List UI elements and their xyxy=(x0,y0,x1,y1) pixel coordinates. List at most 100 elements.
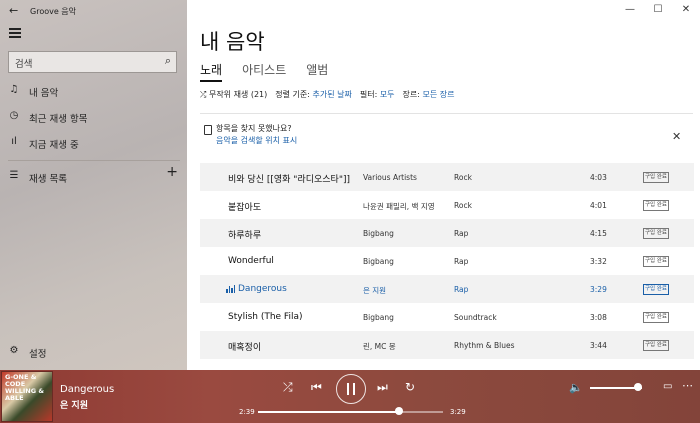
now-playing-icon xyxy=(226,285,235,293)
back-arrow-icon[interactable]: ← xyxy=(9,4,18,17)
elapsed-time: 2:39 xyxy=(239,408,255,416)
song-genre: Rap xyxy=(454,257,469,266)
sidebar-item-my-music[interactable]: ♫ 내 음악 xyxy=(0,80,187,104)
sidebar: ← Groove 음악 검색 ⌕ ♫ 내 음악 ◷ 최근 재생 항목 ıl 지금… xyxy=(0,0,187,370)
song-genre: Rock xyxy=(454,173,472,182)
song-title: Wonderful xyxy=(228,256,274,266)
app-title: Groove 음악 xyxy=(30,7,77,16)
volume-thumb[interactable] xyxy=(633,383,642,391)
minimize-icon[interactable]: — xyxy=(616,0,644,20)
album-art[interactable]: G-ONE & CODE WILLING & ABLE xyxy=(1,371,53,422)
music-note-icon: ♫ xyxy=(9,84,19,95)
song-title: 붙잡아도 xyxy=(228,203,262,213)
song-duration: 3:29 xyxy=(590,285,607,294)
now-playing-artist[interactable]: 은 지원 xyxy=(60,398,88,411)
sidebar-item-label: 설정 xyxy=(29,349,47,360)
song-genre: Rap xyxy=(454,229,469,238)
song-artist[interactable]: 나윤권 패밀리, 백 지영 xyxy=(363,201,435,212)
pause-button[interactable] xyxy=(336,374,366,404)
song-title: Stylish (The Fila) xyxy=(228,312,303,322)
genre-control[interactable]: 장르: 모든 장르 xyxy=(403,89,455,100)
song-duration: 3:32 xyxy=(590,257,607,266)
sidebar-item-playlists[interactable]: ☰ 재생 목록 + xyxy=(0,164,187,190)
shuffle-icon[interactable]: ⤮ xyxy=(283,380,293,395)
next-icon[interactable]: ⏭ xyxy=(377,380,388,395)
seek-bar[interactable] xyxy=(258,407,443,415)
song-artist[interactable]: Bigbang xyxy=(363,229,394,238)
close-icon[interactable]: ✕ xyxy=(672,0,700,20)
seek-bar-fill xyxy=(258,411,399,413)
song-artist[interactable]: 린, MC 몽 xyxy=(363,341,396,352)
song-title: 매혹정이 xyxy=(228,343,262,353)
sidebar-item-settings[interactable]: ⚙ 설정 xyxy=(0,341,187,365)
song-title: 하루하루 xyxy=(228,231,262,241)
sidebar-item-label: 지금 재생 중 xyxy=(29,140,79,151)
gear-icon: ⚙ xyxy=(9,345,19,356)
song-list: 비와 당신 [[영화 "라디오스타"]] Various Artists Roc… xyxy=(200,163,694,359)
sidebar-item-label: 내 음악 xyxy=(29,88,59,99)
close-icon[interactable]: ✕ xyxy=(672,130,681,143)
song-title: 비와 당신 [[영화 "라디오스타"]] xyxy=(228,175,350,185)
table-row[interactable]: 비와 당신 [[영화 "라디오스타"]] Various Artists Roc… xyxy=(200,163,694,191)
clock-icon: ◷ xyxy=(9,110,19,121)
song-duration: 4:03 xyxy=(590,173,607,182)
filter-value[interactable]: 모두 xyxy=(380,90,395,99)
tab-songs[interactable]: 노래 xyxy=(200,61,223,82)
purchased-badge: 구입 완료 xyxy=(643,340,669,351)
filter-label: 필터: xyxy=(359,90,378,99)
table-row[interactable]: 붙잡아도 나윤권 패밀리, 백 지영 Rock 4:01 구입 완료 xyxy=(200,191,694,219)
table-row[interactable]: Wonderful Bigbang Rap 3:32 구입 완료 xyxy=(200,247,694,275)
shuffle-button[interactable]: ⤮ 무작위 재생 (21) xyxy=(200,89,267,100)
song-artist[interactable]: Bigbang xyxy=(363,313,394,322)
device-icon xyxy=(204,125,212,135)
volume-icon[interactable]: 🔈 xyxy=(569,381,583,394)
purchased-badge: 구입 완료 xyxy=(643,172,669,183)
search-input[interactable]: 검색 ⌕ xyxy=(8,51,177,73)
now-playing-title[interactable]: Dangerous xyxy=(60,384,114,395)
table-row[interactable]: Stylish (The Fila) Bigbang Soundtrack 3:… xyxy=(200,303,694,331)
song-artist[interactable]: Various Artists xyxy=(363,173,417,182)
sidebar-item-recent[interactable]: ◷ 최근 재생 항목 xyxy=(0,106,187,130)
song-duration: 4:01 xyxy=(590,201,607,210)
search-icon[interactable]: ⌕ xyxy=(165,54,171,68)
tab-bar: 노래 아티스트 앨범 xyxy=(200,61,328,82)
song-duration: 3:08 xyxy=(590,313,607,322)
search-placeholder: 검색 xyxy=(15,59,33,70)
song-duration: 4:15 xyxy=(590,229,607,238)
previous-icon[interactable]: ⏮ xyxy=(311,380,322,395)
shuffle-label: 무작위 재생 (21) xyxy=(208,90,268,99)
sidebar-item-now-playing[interactable]: ıl 지금 재생 중 xyxy=(0,132,187,156)
main-content: — ☐ ✕ 내 음악 노래 아티스트 앨범 ⤮ 무작위 재생 (21) 정렬 기… xyxy=(187,0,700,370)
purchased-badge: 구입 완료 xyxy=(643,284,669,295)
seek-bar-thumb[interactable] xyxy=(394,407,403,415)
genre-value[interactable]: 모든 장르 xyxy=(423,90,455,99)
tab-artists[interactable]: 아티스트 xyxy=(242,61,286,82)
hamburger-menu-icon[interactable] xyxy=(9,28,21,38)
song-title: Dangerous xyxy=(238,284,287,294)
table-row[interactable]: 하루하루 Bigbang Rap 4:15 구입 완료 xyxy=(200,219,694,247)
table-row-now-playing[interactable]: Dangerous 은 지원 Rap 3:29 구입 완료 xyxy=(200,275,694,303)
window-controls: — ☐ ✕ xyxy=(616,0,700,20)
genre-label: 장르: xyxy=(402,90,420,99)
filter-control[interactable]: 필터: 모두 xyxy=(360,89,395,100)
song-artist[interactable]: Bigbang xyxy=(363,257,394,266)
sidebar-item-label: 재생 목록 xyxy=(29,174,67,185)
more-options-icon[interactable]: ⋯ xyxy=(682,379,693,392)
volume-slider[interactable] xyxy=(590,383,642,391)
purchased-badge: 구입 완료 xyxy=(643,312,669,323)
sort-value[interactable]: 추가된 날짜 xyxy=(313,90,352,99)
song-artist[interactable]: 은 지원 xyxy=(363,285,386,296)
purchased-badge: 구입 완료 xyxy=(643,200,669,211)
mini-player-icon[interactable]: ▭ xyxy=(663,381,672,392)
repeat-icon[interactable]: ↻ xyxy=(405,380,415,394)
maximize-icon[interactable]: ☐ xyxy=(644,0,672,20)
total-time: 3:29 xyxy=(450,408,466,416)
add-playlist-icon[interactable]: + xyxy=(166,164,178,180)
notice-link[interactable]: 음악을 검색할 위치 표시 xyxy=(204,135,297,147)
table-row[interactable]: 매혹정이 린, MC 몽 Rhythm & Blues 3:44 구입 완료 xyxy=(200,331,694,359)
sort-label: 정렬 기준: xyxy=(275,90,310,99)
tab-albums[interactable]: 앨범 xyxy=(306,61,328,82)
sort-control[interactable]: 정렬 기준: 추가된 날짜 xyxy=(275,89,352,100)
purchased-badge: 구입 완료 xyxy=(643,228,669,239)
player-bar: G-ONE & CODE WILLING & ABLE Dangerous 은 … xyxy=(0,370,700,423)
